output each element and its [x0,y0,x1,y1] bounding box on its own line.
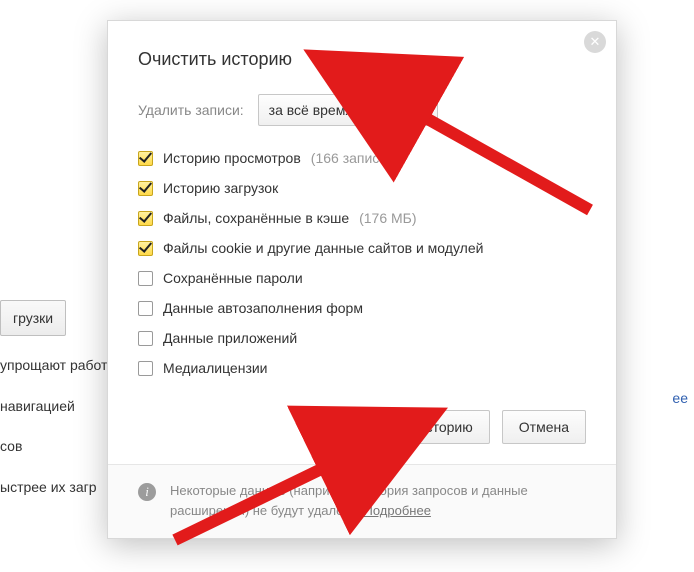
chevron-down-icon [419,108,427,113]
footer-text: Некоторые данные (например, история запр… [170,481,586,520]
time-range-row: Удалить записи: за всё время [138,94,586,126]
checkbox-row[interactable]: Данные приложений [138,330,586,346]
checkbox-row[interactable]: Файлы cookie и другие данные сайтов и мо… [138,240,586,256]
checkbox-row[interactable]: Историю просмотров (166 записей) [138,150,586,166]
time-range-value: за всё время [269,102,353,118]
checkbox-label: Историю загрузок [163,180,278,196]
footer-more-link[interactable]: Подробнее [364,503,431,518]
checkbox-row[interactable]: Файлы, сохранённые в кэше (176 МБ) [138,210,586,226]
checkbox-label: Файлы, сохранённые в кэше [163,210,349,226]
checkbox-suffix: (166 записей) [311,150,400,166]
checkbox[interactable] [138,301,153,316]
checkbox-label: Файлы cookie и другие данные сайтов и мо… [163,240,483,256]
clear-history-button[interactable]: Очистить историю [336,410,490,444]
checkbox[interactable] [138,181,153,196]
time-range-select[interactable]: за всё время [258,94,438,126]
checkbox-row[interactable]: Историю загрузок [138,180,586,196]
time-range-label: Удалить записи: [138,102,244,118]
dialog-actions: Очистить историю Отмена [138,410,586,444]
bg-button-loads[interactable]: грузки [0,300,66,336]
checkbox-row[interactable]: Данные автозаполнения форм [138,300,586,316]
close-icon[interactable]: ✕ [584,31,606,53]
checkbox-label: Данные автозаполнения форм [163,300,363,316]
checkbox[interactable] [138,271,153,286]
checkbox[interactable] [138,211,153,226]
checkbox-label: Сохранённые пароли [163,270,303,286]
dialog-footer: i Некоторые данные (например, история за… [108,464,616,538]
checkbox[interactable] [138,151,153,166]
checkbox-label: Медиалицензии [163,360,268,376]
checkbox-label: Историю просмотров [163,150,301,166]
checkbox-label: Данные приложений [163,330,297,346]
checkbox-suffix: (176 МБ) [359,210,416,226]
checkbox-row[interactable]: Медиалицензии [138,360,586,376]
clear-history-dialog: ✕ Очистить историю Удалить записи: за вс… [107,20,617,539]
dialog-title: Очистить историю [138,49,586,70]
checkbox[interactable] [138,241,153,256]
checkbox-row[interactable]: Сохранённые пароли [138,270,586,286]
options-list: Историю просмотров (166 записей)Историю … [138,150,586,376]
checkbox[interactable] [138,331,153,346]
info-icon: i [138,483,156,501]
bg-link[interactable]: ее [672,390,688,406]
checkbox[interactable] [138,361,153,376]
cancel-button[interactable]: Отмена [502,410,586,444]
